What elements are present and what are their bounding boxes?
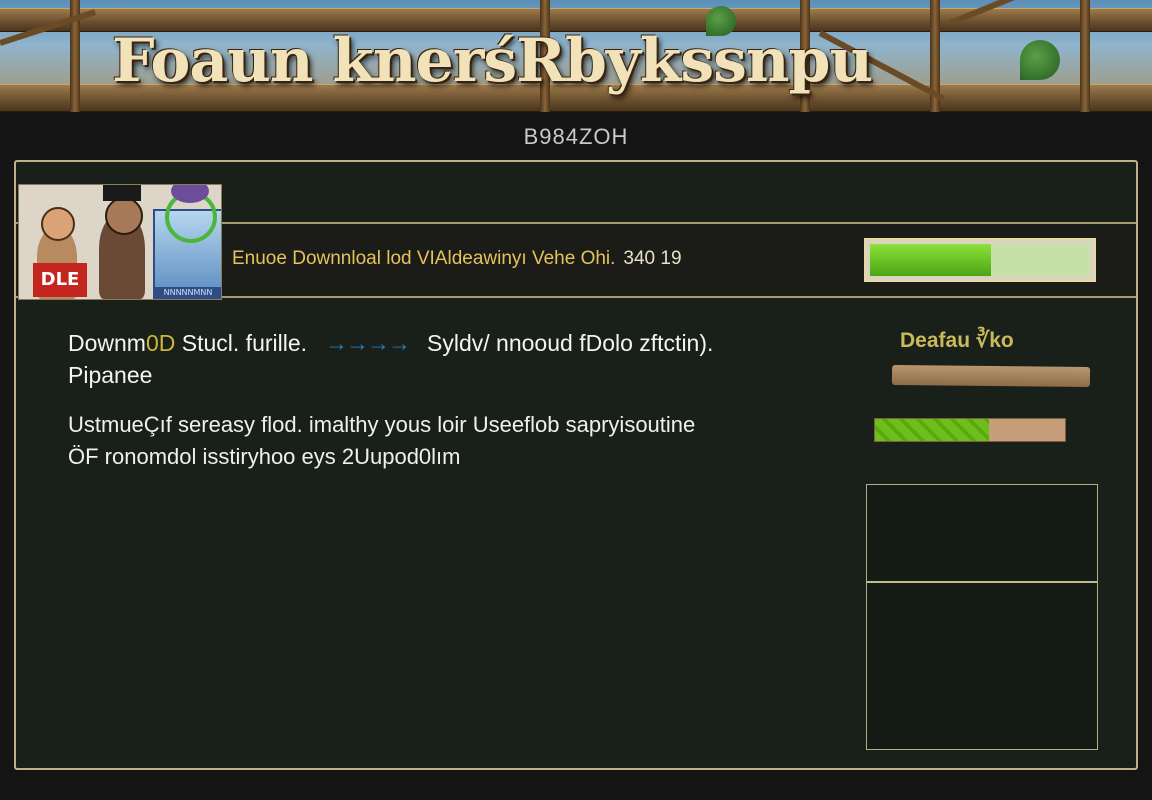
subtitle-code: B984ZOH: [523, 124, 629, 149]
game-thumbnail[interactable]: DLE NNNNNMNN: [18, 184, 222, 300]
status-prefix: Downm: [68, 330, 146, 356]
banner-title: Foaun knerśRbykssnpu: [112, 26, 873, 96]
status-highlight: 0D: [145, 330, 176, 356]
description-line: ÖF ronomdol isstiryhoo eys 2Uupod0lım: [68, 444, 461, 469]
side-action-bar[interactable]: [891, 364, 1091, 388]
status-line: Downm0D Stucl. furille. →→→→ Syldv/ nnooud…: [68, 330, 713, 357]
side-info-box: [866, 484, 1098, 750]
secondary-progress-fill: [875, 419, 989, 441]
download-progress-fill: [870, 244, 991, 276]
description-line: UstmueÇıf sereasy flod. imalthy yous loi…: [68, 412, 696, 437]
status-mid: Stucl. furille.: [175, 330, 308, 356]
download-info-number: 340 19: [623, 248, 682, 269]
side-action-label[interactable]: Deafau ∛ko: [900, 328, 1014, 353]
character-head: [105, 197, 143, 235]
secondary-progress-bar: [874, 418, 1066, 442]
download-info: Enuoe Downnloal lod VIAldeawinyı Vehe Oh…: [232, 248, 682, 270]
download-info-text: Enuoe Downnloal lod VIAldeawinyı Vehe Oh…: [232, 248, 616, 269]
status-line-secondary: Pipanee: [68, 362, 153, 388]
status-suffix: Syldv/ nnooud fDolo zftctin).: [427, 330, 714, 356]
download-progress-track: [870, 244, 1090, 276]
side-box-divider: [867, 581, 1097, 583]
character-head: [41, 207, 75, 241]
banner-post: [1080, 0, 1090, 112]
download-progress-bar: [864, 238, 1096, 282]
main-panel: DLE NNNNNMNN Enuoe Downnloal lod VIAldea…: [14, 160, 1138, 770]
thumbnail-box-label: NNNNNMNN: [153, 287, 221, 299]
status-dots: →→→→: [325, 330, 411, 356]
header-banner: Foaun knerśRbykssnpu: [0, 0, 1152, 112]
thumbnail-badge: DLE: [33, 263, 87, 297]
leaf-decoration: [1020, 40, 1060, 80]
character-hat: [103, 185, 141, 201]
